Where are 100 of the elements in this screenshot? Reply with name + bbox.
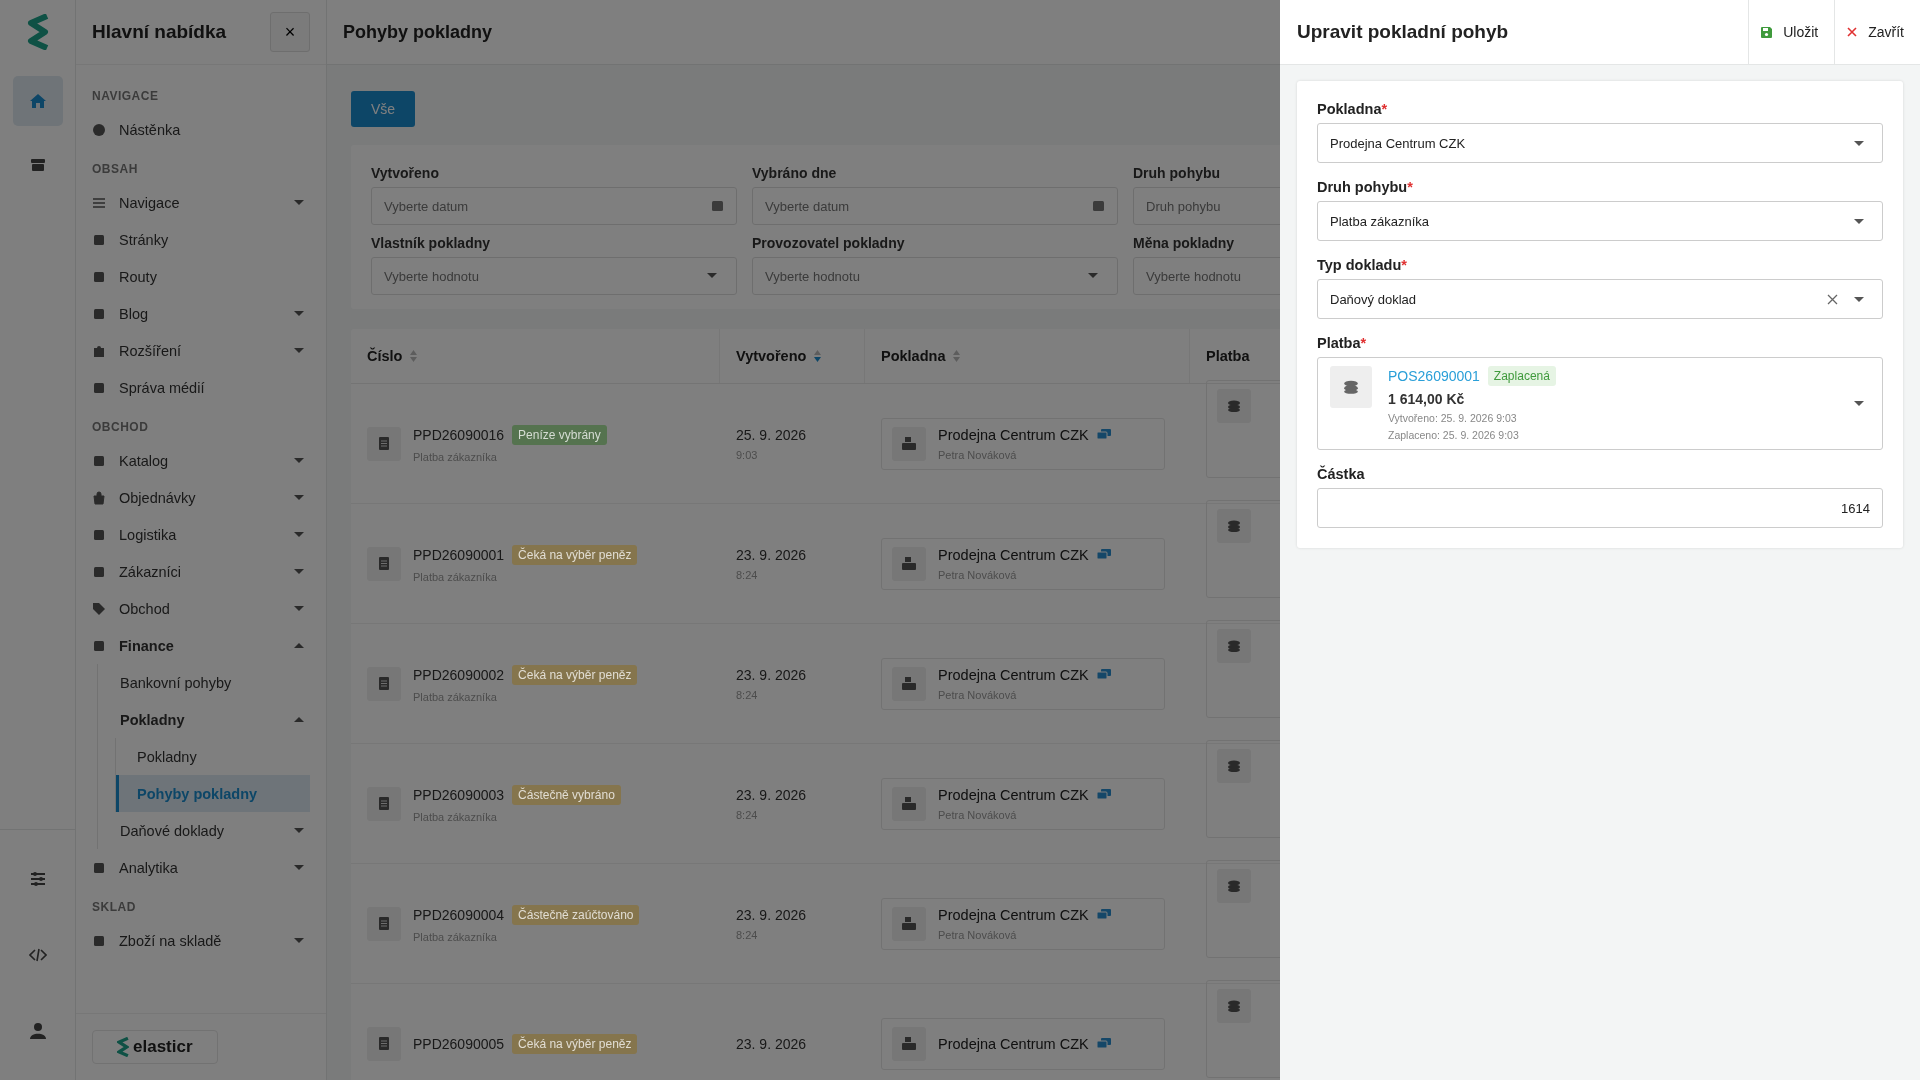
column-header[interactable]: Vytvořeno — [736, 348, 807, 364]
field-label: Vybráno dne — [752, 165, 838, 181]
coins-icon — [1217, 868, 1251, 903]
close-button[interactable]: × — [270, 12, 310, 52]
close-icon — [1847, 27, 1858, 37]
field-label: Vytvořeno — [371, 165, 440, 181]
sidebar-item[interactable]: Finance — [92, 627, 310, 664]
movement-number[interactable]: PPD26090004 — [413, 906, 505, 923]
field-label: Druh pohybu — [1133, 165, 1222, 181]
select-field[interactable]: Vyberte hodnotu — [371, 257, 737, 295]
column-header[interactable]: Číslo — [367, 348, 403, 364]
sidebar-item[interactable]: Navigace — [92, 184, 310, 221]
register-name: Prodejna Centrum CZK — [938, 906, 1089, 923]
date-text: 23. 9. 2026 — [736, 1035, 807, 1052]
clear-icon[interactable] — [1827, 293, 1838, 305]
home-icon[interactable] — [12, 76, 63, 126]
page-title: Pohyby pokladny — [343, 21, 493, 43]
sidebar-item[interactable]: Bankovní pohyby — [120, 664, 310, 701]
floppy-icon — [1761, 26, 1773, 38]
status-badge: Čeká na výběr peněz — [512, 1033, 638, 1054]
field-label: Provozovatel pokladny — [752, 235, 906, 251]
document-icon — [367, 426, 401, 461]
logo-icon — [26, 14, 49, 50]
movement-number[interactable]: PPD26090002 — [413, 666, 505, 683]
register-card[interactable]: Prodejna Centrum CZK — [881, 1017, 1165, 1070]
menu-icon — [92, 195, 106, 210]
bag-icon — [92, 490, 106, 505]
coins-icon — [1217, 748, 1251, 783]
select-field[interactable]: Prodejna Centrum CZK — [1317, 123, 1883, 163]
puzzle-icon — [92, 343, 106, 358]
select-field[interactable]: Vyberte hodnotu — [752, 257, 1118, 295]
column-header[interactable]: Platba — [1206, 348, 1250, 364]
sort-icon[interactable] — [814, 350, 822, 362]
movement-number[interactable]: PPD26090003 — [413, 786, 505, 803]
status-badge: Čeká na výběr peněz — [512, 664, 638, 685]
register-icon — [892, 786, 926, 821]
cards-icon — [1096, 789, 1111, 800]
cards-icon — [1096, 1038, 1111, 1049]
movement-number[interactable]: PPD26090005 — [413, 1035, 505, 1052]
sidebar-item[interactable]: Daňové doklady — [120, 812, 310, 849]
section-heading: OBCHOD — [92, 420, 150, 434]
coins-icon — [1217, 628, 1251, 663]
sidebar-item[interactable]: Blog — [92, 295, 310, 332]
brand-logo: elasticr — [92, 1030, 218, 1064]
date-field[interactable]: Vyberte datum — [371, 187, 737, 225]
caret-icon — [1854, 401, 1864, 406]
created-text: Vytvořeno: 25. 9. 2026 9:03 — [1388, 412, 1517, 424]
date-field[interactable]: Vyberte datum — [752, 187, 1118, 225]
sidebar-item[interactable]: Obchod — [92, 590, 310, 627]
coins-icon — [1217, 388, 1251, 423]
caret-icon — [294, 606, 304, 611]
sidebar-item[interactable]: Správa médií — [92, 369, 310, 406]
document-icon — [367, 1026, 401, 1061]
filter-tab[interactable]: Vše — [351, 91, 416, 127]
cards-icon — [1096, 549, 1111, 560]
drawer-title: Upravit pokladní pohyb — [1296, 21, 1510, 43]
caret-icon — [1088, 273, 1098, 278]
caret-icon — [294, 938, 304, 943]
movement-number[interactable]: PPD26090016 — [413, 426, 505, 443]
sidebar-item[interactable]: Routy — [92, 258, 310, 295]
coins-icon — [1330, 366, 1372, 408]
sidebar-item[interactable]: Stránky — [92, 221, 310, 258]
movement-number[interactable]: PPD26090001 — [413, 546, 505, 563]
caret-icon — [294, 865, 304, 870]
sidebar-item[interactable]: Pokladny — [116, 738, 310, 775]
column-header[interactable]: Pokladna — [881, 348, 946, 364]
register-icon — [892, 426, 926, 461]
field-label: Pokladna* — [1317, 101, 1389, 117]
caret-icon — [1854, 140, 1864, 146]
payment-select[interactable]: POS26090001 Zaplacená 1 614,00 Kč Vytvořeno: 25. 9. 2026 9:03 Zaplaceno: 25. 9. 2026 9:03 — [1317, 357, 1883, 450]
sidebar-title: Hlavní nabídka — [92, 21, 227, 43]
payment-link[interactable]: POS26090001 — [1388, 368, 1480, 384]
register-icon — [892, 1026, 926, 1061]
caret-icon — [294, 532, 304, 537]
sidebar-item[interactable]: Rozšíření — [92, 332, 310, 369]
select-field[interactable]: Platba zákazníka — [1317, 201, 1883, 241]
amount-field[interactable]: 1614 — [1317, 488, 1883, 528]
register-icon — [892, 666, 926, 701]
sidebar-item[interactable]: Objednávky — [92, 479, 310, 516]
register-icon — [892, 906, 926, 941]
register-name: Prodejna Centrum CZK — [938, 1035, 1089, 1052]
caret-icon — [294, 458, 304, 463]
register-icon — [892, 546, 926, 581]
date-text: 25. 9. 2026 — [736, 426, 807, 443]
sidebar-item[interactable]: Logistika — [92, 516, 310, 553]
sidebar-item[interactable]: Analytika — [92, 849, 310, 886]
field-label: Částka — [1317, 466, 1366, 482]
sidebar-item[interactable]: Zákazníci — [92, 553, 310, 590]
select-field[interactable]: Daňový doklad — [1317, 279, 1883, 319]
caret-icon — [707, 273, 717, 278]
caret-icon — [294, 828, 304, 833]
payment-amount: 1 614,00 Kč — [1388, 391, 1465, 407]
paid-text: Zaplaceno: 25. 9. 2026 9:03 — [1388, 429, 1519, 441]
date-text: 23. 9. 2026 — [736, 906, 807, 923]
sidebar-item[interactable]: Nástěnka — [92, 111, 310, 148]
sidebar-item[interactable]: Katalog — [92, 442, 310, 479]
sidebar-item[interactable]: Pokladny — [120, 701, 310, 738]
sidebar-item[interactable]: Zboží na skladě — [92, 922, 310, 959]
caret-icon — [294, 311, 304, 316]
coins-icon — [1217, 508, 1251, 543]
